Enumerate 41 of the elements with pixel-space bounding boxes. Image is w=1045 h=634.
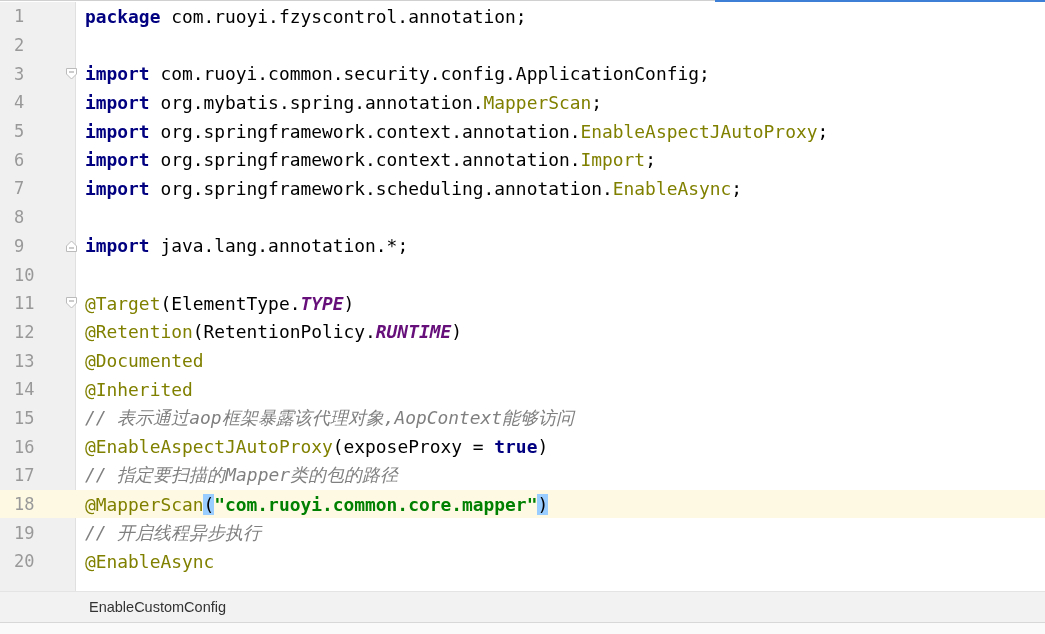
line-number: 12 (13, 321, 36, 342)
code-line: @Inherited (85, 378, 193, 400)
code-line: import org.springframework.context.annotation.EnableAspectJAutoProxy; (85, 120, 829, 142)
line-number: 7 (13, 178, 26, 199)
code-line: package com.ruoyi.fzyscontrol.annotation; (85, 5, 527, 27)
code-line: import com.ruoyi.common.security.config.ApplicationConfig; (85, 63, 710, 85)
line-number: 10 (13, 264, 36, 285)
line-number: 11 (13, 293, 36, 314)
code-line: @EnableAspectJAutoProxy(exposeProxy = true) (85, 436, 549, 458)
line-number: 16 (13, 436, 36, 457)
code-line: @EnableAsync (85, 550, 215, 572)
code-comment: // 开启线程异步执行 (85, 520, 262, 545)
line-number: 1 (13, 6, 26, 27)
line-number: 2 (13, 35, 26, 56)
code-line: @MapperScan("com.ruoyi.common.core.mapper") (85, 493, 549, 515)
line-number: 14 (13, 379, 36, 400)
code-line: import org.springframework.scheduling.annotation.EnableAsync; (85, 177, 743, 199)
line-number: 19 (13, 522, 36, 543)
line-number: 18 (13, 494, 36, 515)
code-line: @Target(ElementType.TYPE) (85, 292, 355, 314)
line-number: 15 (13, 407, 36, 428)
code-line: @Retention(RetentionPolicy.RUNTIME) (85, 321, 462, 343)
line-number: 17 (13, 465, 36, 486)
line-number: 5 (13, 121, 26, 142)
code-comment: // 指定要扫描的Mapper类的包的路径 (85, 463, 398, 488)
code-line: import org.springframework.context.annotation.Import; (85, 149, 656, 171)
line-number: 8 (13, 207, 26, 228)
fold-marker-icon[interactable] (66, 297, 77, 310)
line-number: 3 (13, 63, 26, 84)
line-number: 9 (13, 235, 26, 256)
code-comment: // 表示通过aop框架暴露该代理对象,AopContext能够访问 (85, 405, 575, 430)
breadcrumb-item[interactable]: EnableCustomConfig (89, 599, 227, 615)
line-number: 6 (13, 149, 26, 170)
code-line: import java.lang.annotation.*; (85, 235, 409, 257)
fold-marker-icon[interactable] (66, 239, 77, 252)
line-number: 4 (13, 92, 26, 113)
code-line: @Documented (85, 350, 204, 372)
fold-marker-icon[interactable] (66, 67, 77, 80)
line-number: 13 (13, 350, 36, 371)
line-number: 20 (13, 551, 36, 572)
code-line: import org.mybatis.spring.annotation.MapperScan; (85, 91, 603, 113)
